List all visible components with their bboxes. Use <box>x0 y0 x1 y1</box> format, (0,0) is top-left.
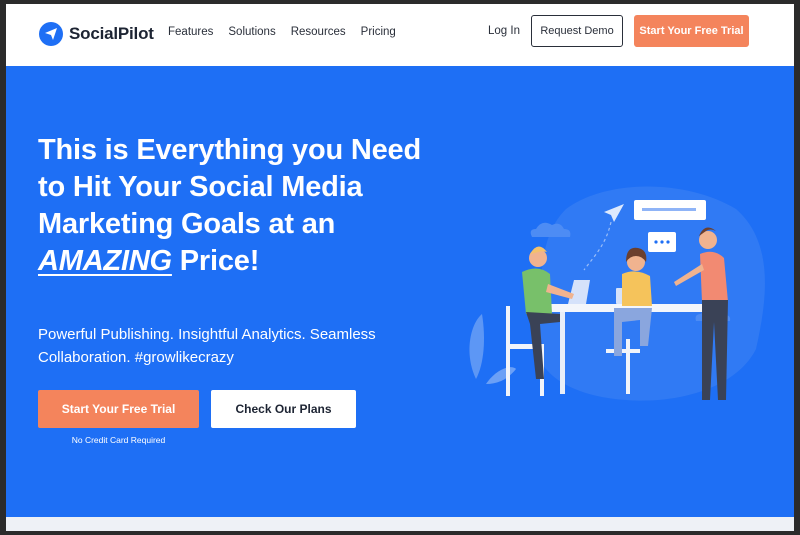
paper-plane-icon <box>39 22 63 46</box>
headline-emphasis: AMAZING <box>38 245 172 277</box>
request-demo-button[interactable]: Request Demo <box>531 15 623 47</box>
login-link[interactable]: Log In <box>488 25 520 37</box>
headline-line-3: Marketing Goals at an <box>38 208 336 240</box>
hero-headline: This is Everything you Need to Hit Your … <box>38 132 458 280</box>
nav-link-pricing[interactable]: Pricing <box>361 26 396 38</box>
team-illustration <box>469 186 765 401</box>
leaf-decoration <box>469 314 484 379</box>
nav-free-trial-button[interactable]: Start Your Free Trial <box>634 15 749 47</box>
person-body <box>622 271 652 306</box>
top-navigation: SocialPilot Features Solutions Resources… <box>6 4 794 66</box>
person-body <box>700 251 728 302</box>
no-credit-card-note: No Credit Card Required <box>71 435 166 445</box>
hero-section: This is Everything you Need to Hit Your … <box>6 66 794 517</box>
logo-text: SocialPilot <box>69 24 154 43</box>
hero-free-trial-button[interactable]: Start Your Free Trial <box>38 390 199 428</box>
browser-viewport: SocialPilot Features Solutions Resources… <box>6 4 794 531</box>
next-section-edge <box>6 517 794 531</box>
logo[interactable]: SocialPilot <box>39 21 154 47</box>
nav-link-solutions[interactable]: Solutions <box>228 26 275 38</box>
headline-end: Price! <box>171 245 260 277</box>
check-plans-button[interactable]: Check Our Plans <box>211 390 356 428</box>
hero-subhead: Powerful Publishing. Insightful Analytic… <box>38 326 376 366</box>
headline-line-4: AMAZING Price! <box>38 243 458 280</box>
headline-line-2: to Hit Your Social Media <box>38 171 363 203</box>
nav-links: Features Solutions Resources Pricing <box>168 26 396 38</box>
nav-link-resources[interactable]: Resources <box>291 26 346 38</box>
nav-link-features[interactable]: Features <box>168 26 213 38</box>
headline-line-1: This is Everything you Need <box>38 134 421 166</box>
leaf-decoration <box>486 367 516 384</box>
